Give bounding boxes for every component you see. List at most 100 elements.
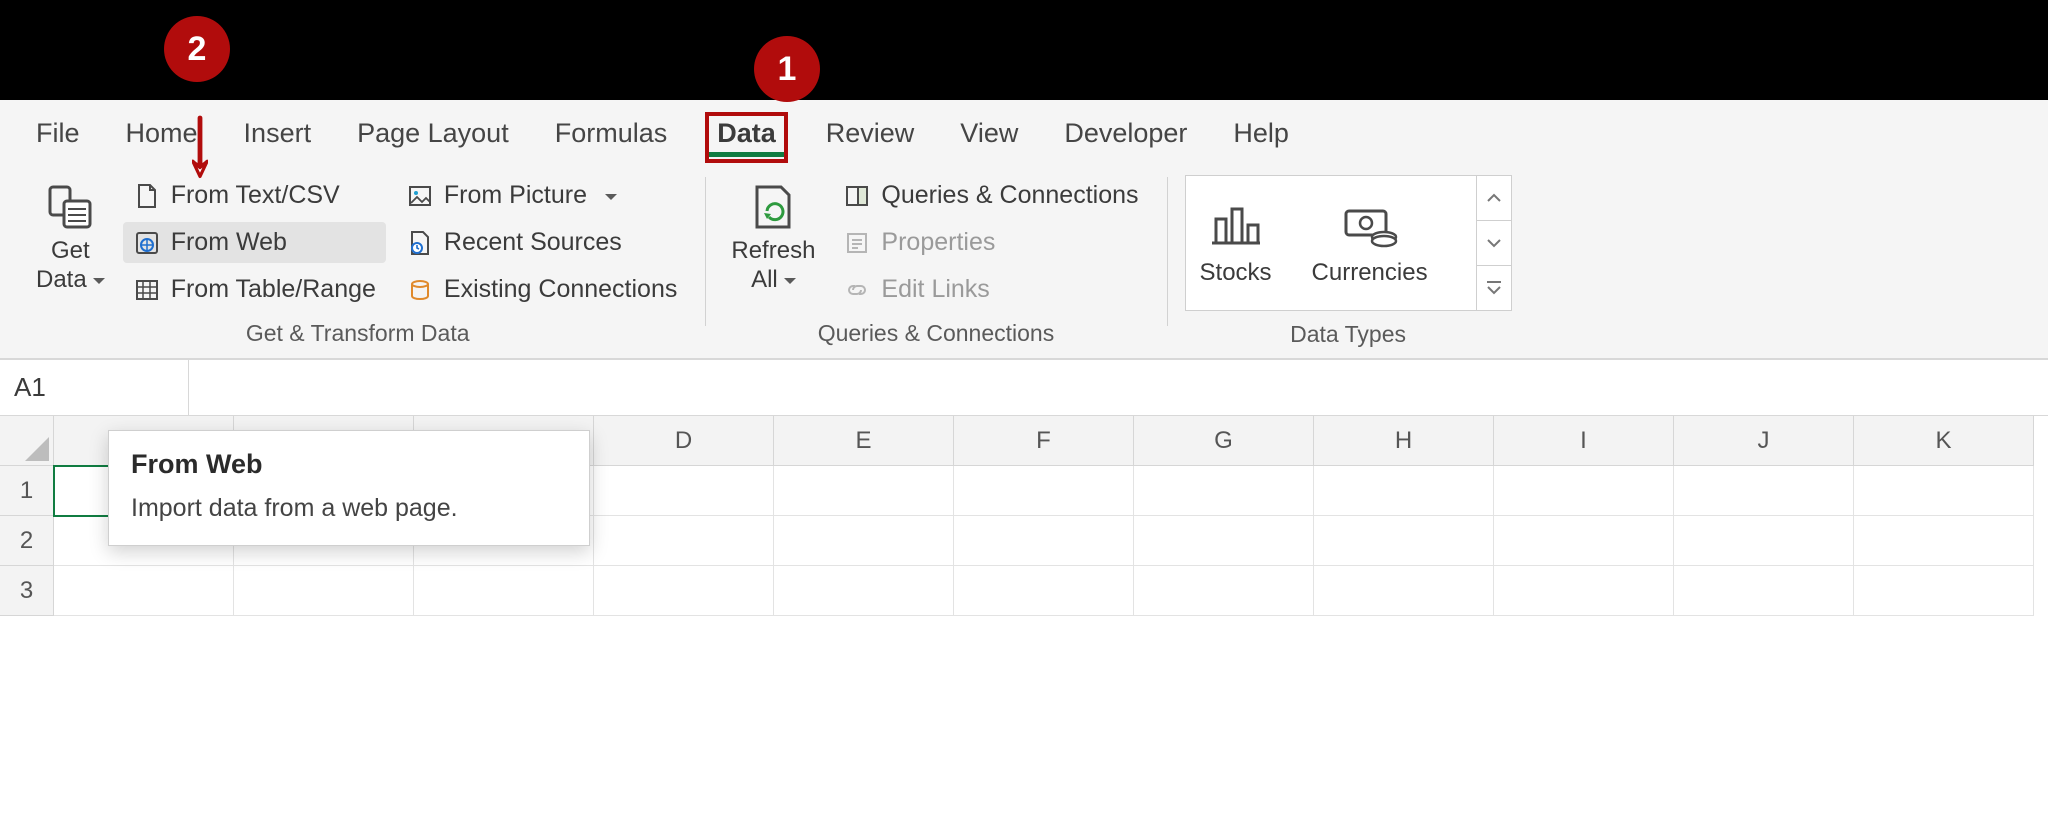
- name-box[interactable]: A1: [0, 360, 189, 415]
- col-header[interactable]: H: [1314, 416, 1494, 466]
- tooltip-text: Import data from a web page.: [131, 494, 567, 523]
- ribbon: File Home Insert Page Layout Formulas Da…: [0, 100, 2048, 359]
- tab-data[interactable]: Data: [707, 114, 786, 161]
- col-header[interactable]: I: [1494, 416, 1674, 466]
- recent-icon: [406, 229, 434, 257]
- edit-links-label: Edit Links: [881, 275, 989, 304]
- annotation-overlay-bar: 1 2: [0, 0, 2048, 100]
- col-header[interactable]: F: [954, 416, 1134, 466]
- group-queries-connections: Refresh All Queries & Connections Proper…: [705, 171, 1166, 352]
- recent-sources-button[interactable]: Recent Sources: [396, 222, 687, 263]
- refresh-all-button[interactable]: Refresh All: [723, 175, 823, 299]
- ribbon-body: Get Data From Text/CSV From Web: [0, 167, 2048, 358]
- formula-bar-row: A1: [0, 359, 2048, 416]
- cell[interactable]: [54, 566, 234, 616]
- row-header[interactable]: 3: [0, 566, 54, 616]
- from-table-range-button[interactable]: From Table/Range: [123, 269, 386, 310]
- existing-connections-button[interactable]: Existing Connections: [396, 269, 687, 310]
- cell[interactable]: [594, 516, 774, 566]
- cell[interactable]: [414, 566, 594, 616]
- queries-connections-label: Queries & Connections: [881, 181, 1138, 210]
- cell[interactable]: [1314, 516, 1494, 566]
- gallery-down-button[interactable]: [1477, 221, 1511, 266]
- get-data-icon: [42, 179, 98, 235]
- col-header[interactable]: E: [774, 416, 954, 466]
- tab-review[interactable]: Review: [820, 114, 921, 161]
- recent-sources-label: Recent Sources: [444, 228, 622, 257]
- cell[interactable]: [1494, 516, 1674, 566]
- chevron-down-bar-icon: [1486, 281, 1502, 295]
- cell[interactable]: [1494, 466, 1674, 516]
- col-header[interactable]: G: [1134, 416, 1314, 466]
- group-get-transform-label: Get & Transform Data: [246, 316, 470, 351]
- cell[interactable]: [594, 566, 774, 616]
- group-queries-label: Queries & Connections: [818, 316, 1055, 351]
- tab-help[interactable]: Help: [1227, 114, 1295, 161]
- tab-insert[interactable]: Insert: [238, 114, 318, 161]
- tab-file[interactable]: File: [30, 114, 86, 161]
- cell[interactable]: [1854, 466, 2034, 516]
- row-header[interactable]: 2: [0, 516, 54, 566]
- currencies-label: Currencies: [1312, 259, 1428, 287]
- tab-developer[interactable]: Developer: [1058, 114, 1193, 161]
- cell[interactable]: [954, 466, 1134, 516]
- cell[interactable]: [1674, 466, 1854, 516]
- picture-icon: [406, 182, 434, 210]
- cell[interactable]: [234, 566, 414, 616]
- tab-page-layout[interactable]: Page Layout: [351, 114, 515, 161]
- cell[interactable]: [954, 566, 1134, 616]
- data-type-stocks[interactable]: Stocks: [1200, 199, 1272, 287]
- cell[interactable]: [1314, 466, 1494, 516]
- currencies-icon: [1339, 199, 1401, 251]
- cell[interactable]: [774, 466, 954, 516]
- from-web-button[interactable]: From Web: [123, 222, 386, 263]
- row-header[interactable]: 1: [0, 466, 54, 516]
- cell[interactable]: [1134, 466, 1314, 516]
- tooltip-title: From Web: [131, 449, 567, 480]
- col-header[interactable]: D: [594, 416, 774, 466]
- cell[interactable]: [1134, 566, 1314, 616]
- data-type-currencies[interactable]: Currencies: [1312, 199, 1428, 287]
- queries-connections-button[interactable]: Queries & Connections: [833, 175, 1148, 216]
- get-data-button[interactable]: Get Data: [28, 175, 113, 299]
- stocks-icon: [1205, 199, 1267, 251]
- cell[interactable]: [594, 466, 774, 516]
- cell[interactable]: [774, 516, 954, 566]
- tab-formulas[interactable]: Formulas: [549, 114, 674, 161]
- gallery-nav: [1476, 176, 1511, 310]
- properties-icon: [843, 229, 871, 257]
- cell[interactable]: [1854, 516, 2034, 566]
- cell[interactable]: [1674, 516, 1854, 566]
- callout-1: 1: [756, 38, 818, 100]
- formula-bar[interactable]: [189, 360, 2048, 415]
- group-data-types-label: Data Types: [1290, 317, 1406, 352]
- cell[interactable]: [954, 516, 1134, 566]
- refresh-all-label: Refresh All: [731, 237, 815, 295]
- cell[interactable]: [1134, 516, 1314, 566]
- properties-button: Properties: [833, 222, 1148, 263]
- cell[interactable]: [1674, 566, 1854, 616]
- group-get-transform: Get Data From Text/CSV From Web: [10, 171, 705, 352]
- from-picture-label: From Picture: [444, 181, 587, 210]
- cell[interactable]: [1854, 566, 2034, 616]
- col-header[interactable]: K: [1854, 416, 2034, 466]
- chevron-down-icon: [597, 181, 617, 210]
- col-header[interactable]: J: [1674, 416, 1854, 466]
- gallery-more-button[interactable]: [1477, 266, 1511, 310]
- from-web-label: From Web: [171, 228, 287, 257]
- from-picture-button[interactable]: From Picture: [396, 175, 687, 216]
- pane-icon: [843, 182, 871, 210]
- select-all-corner[interactable]: [0, 416, 54, 466]
- link-icon: [843, 276, 871, 304]
- connections-icon: [406, 276, 434, 304]
- cell[interactable]: [774, 566, 954, 616]
- properties-label: Properties: [881, 228, 995, 257]
- gallery-up-button[interactable]: [1477, 176, 1511, 221]
- tab-home[interactable]: Home: [120, 114, 204, 161]
- cell[interactable]: [1494, 566, 1674, 616]
- from-text-csv-button[interactable]: From Text/CSV: [123, 175, 386, 216]
- tab-view[interactable]: View: [954, 114, 1024, 161]
- chevron-down-icon: [1487, 238, 1501, 248]
- cell[interactable]: [1314, 566, 1494, 616]
- chevron-up-icon: [1487, 193, 1501, 203]
